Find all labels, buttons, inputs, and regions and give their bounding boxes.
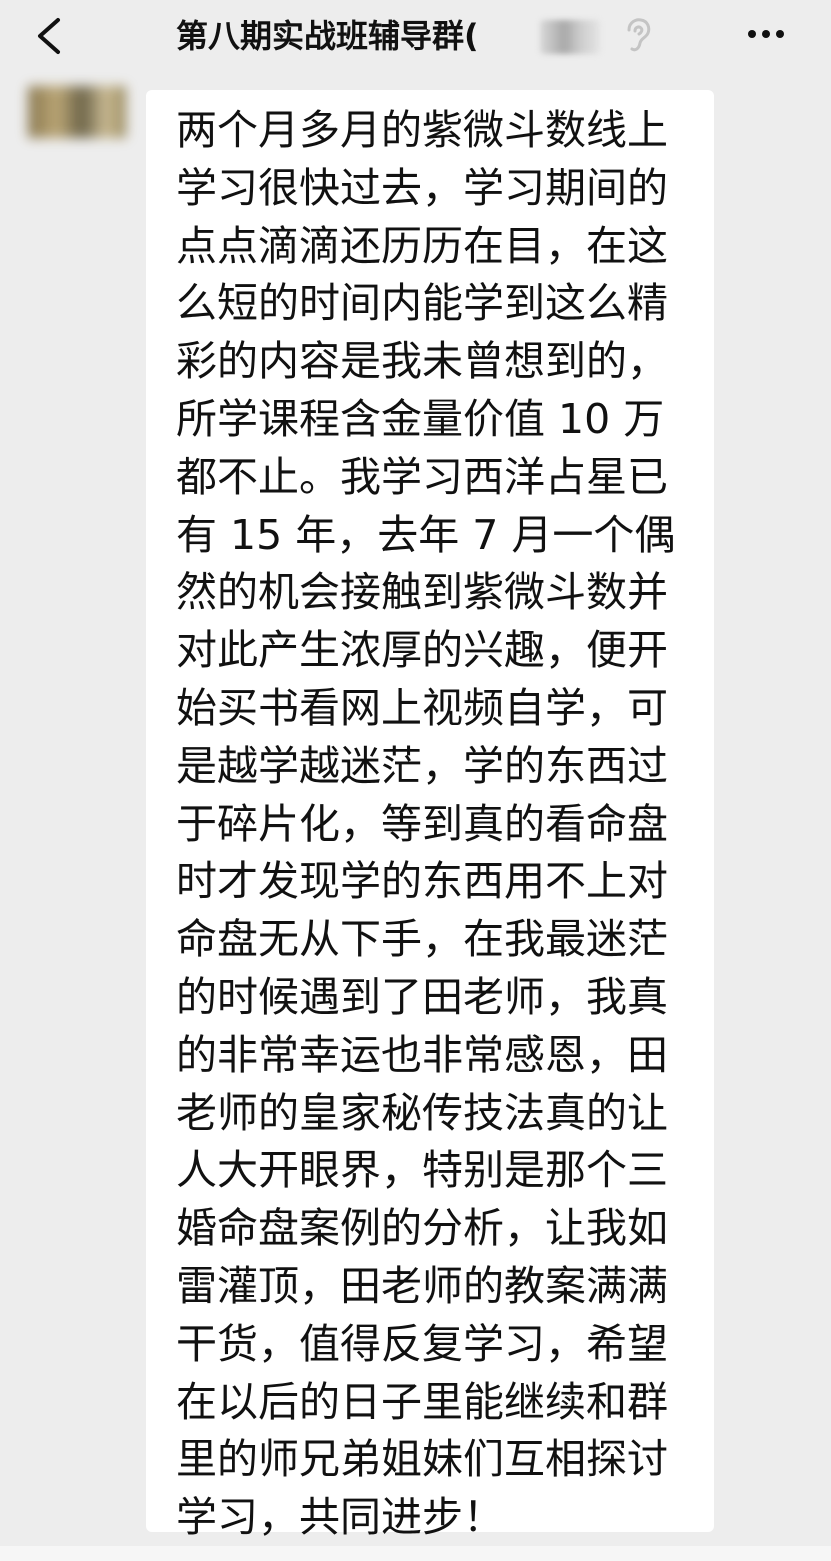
message-line: 学习，共同进步！ <box>176 1493 504 1542</box>
chevron-left-icon[interactable] <box>28 14 72 58</box>
message-line: 彩的内容是我未曾想到的， <box>176 337 668 386</box>
message-line: 时才发现学的东西用不上对 <box>176 857 668 906</box>
ear-icon <box>627 18 651 52</box>
message-line: 老师的皇家秘传技法真的让 <box>176 1088 668 1137</box>
top-bar: 第八期实战班辅导群( <box>0 0 831 76</box>
message-line: 所学课程含金量价值 10 万 <box>176 394 665 443</box>
message-line: 学习很快过去，学习期间的 <box>176 163 668 212</box>
message-line: 是越学越迷茫，学的东西过 <box>176 741 668 790</box>
message-text: 两个月多月的紫微斗数线上 学习很快过去，学习期间的 点点滴滴还历历在目，在这 么… <box>176 102 696 1547</box>
message-line: 干货，值得反复学习，希望 <box>176 1319 668 1368</box>
message-line: 两个月多月的紫微斗数线上 <box>176 106 668 154</box>
message-line: 里的师兄弟姐妹们互相探讨 <box>176 1435 668 1484</box>
message-line: 对此产生浓厚的兴趣，便开 <box>176 626 668 675</box>
message-line: 在以后的日子里能继续和群 <box>176 1377 668 1426</box>
message-line: 于碎片化，等到真的看命盘 <box>176 799 668 848</box>
avatar[interactable] <box>28 86 126 138</box>
chat-title: 第八期实战班辅导群( <box>176 17 479 55</box>
message-line: 然的机会接触到紫微斗数并 <box>176 568 668 617</box>
message-line: 点点滴滴还历历在目，在这 <box>176 221 668 270</box>
message-line: 始买书看网上视频自学，可 <box>176 683 668 732</box>
message-line: 雷灌顶，田老师的教案满满 <box>176 1261 668 1310</box>
blurred-member-count <box>540 20 600 54</box>
message-line: 有 15 年，去年 7 月一个偶 <box>176 510 676 559</box>
bottom-strip <box>0 1546 831 1561</box>
message-line: 都不止。我学习西洋占星已 <box>176 452 668 501</box>
message-line: 人大开眼界，特别是那个三 <box>176 1146 668 1195</box>
more-dots-icon[interactable] <box>744 18 788 50</box>
message-line: 的非常幸运也非常感恩，田 <box>176 1030 668 1079</box>
message-line: 么短的时间内能学到这么精 <box>176 279 668 328</box>
message-line: 命盘无从下手，在我最迷茫 <box>176 915 668 964</box>
message-line: 的时候遇到了田老师，我真 <box>176 972 668 1021</box>
message-line: 婚命盘案例的分析，让我如 <box>176 1204 668 1253</box>
